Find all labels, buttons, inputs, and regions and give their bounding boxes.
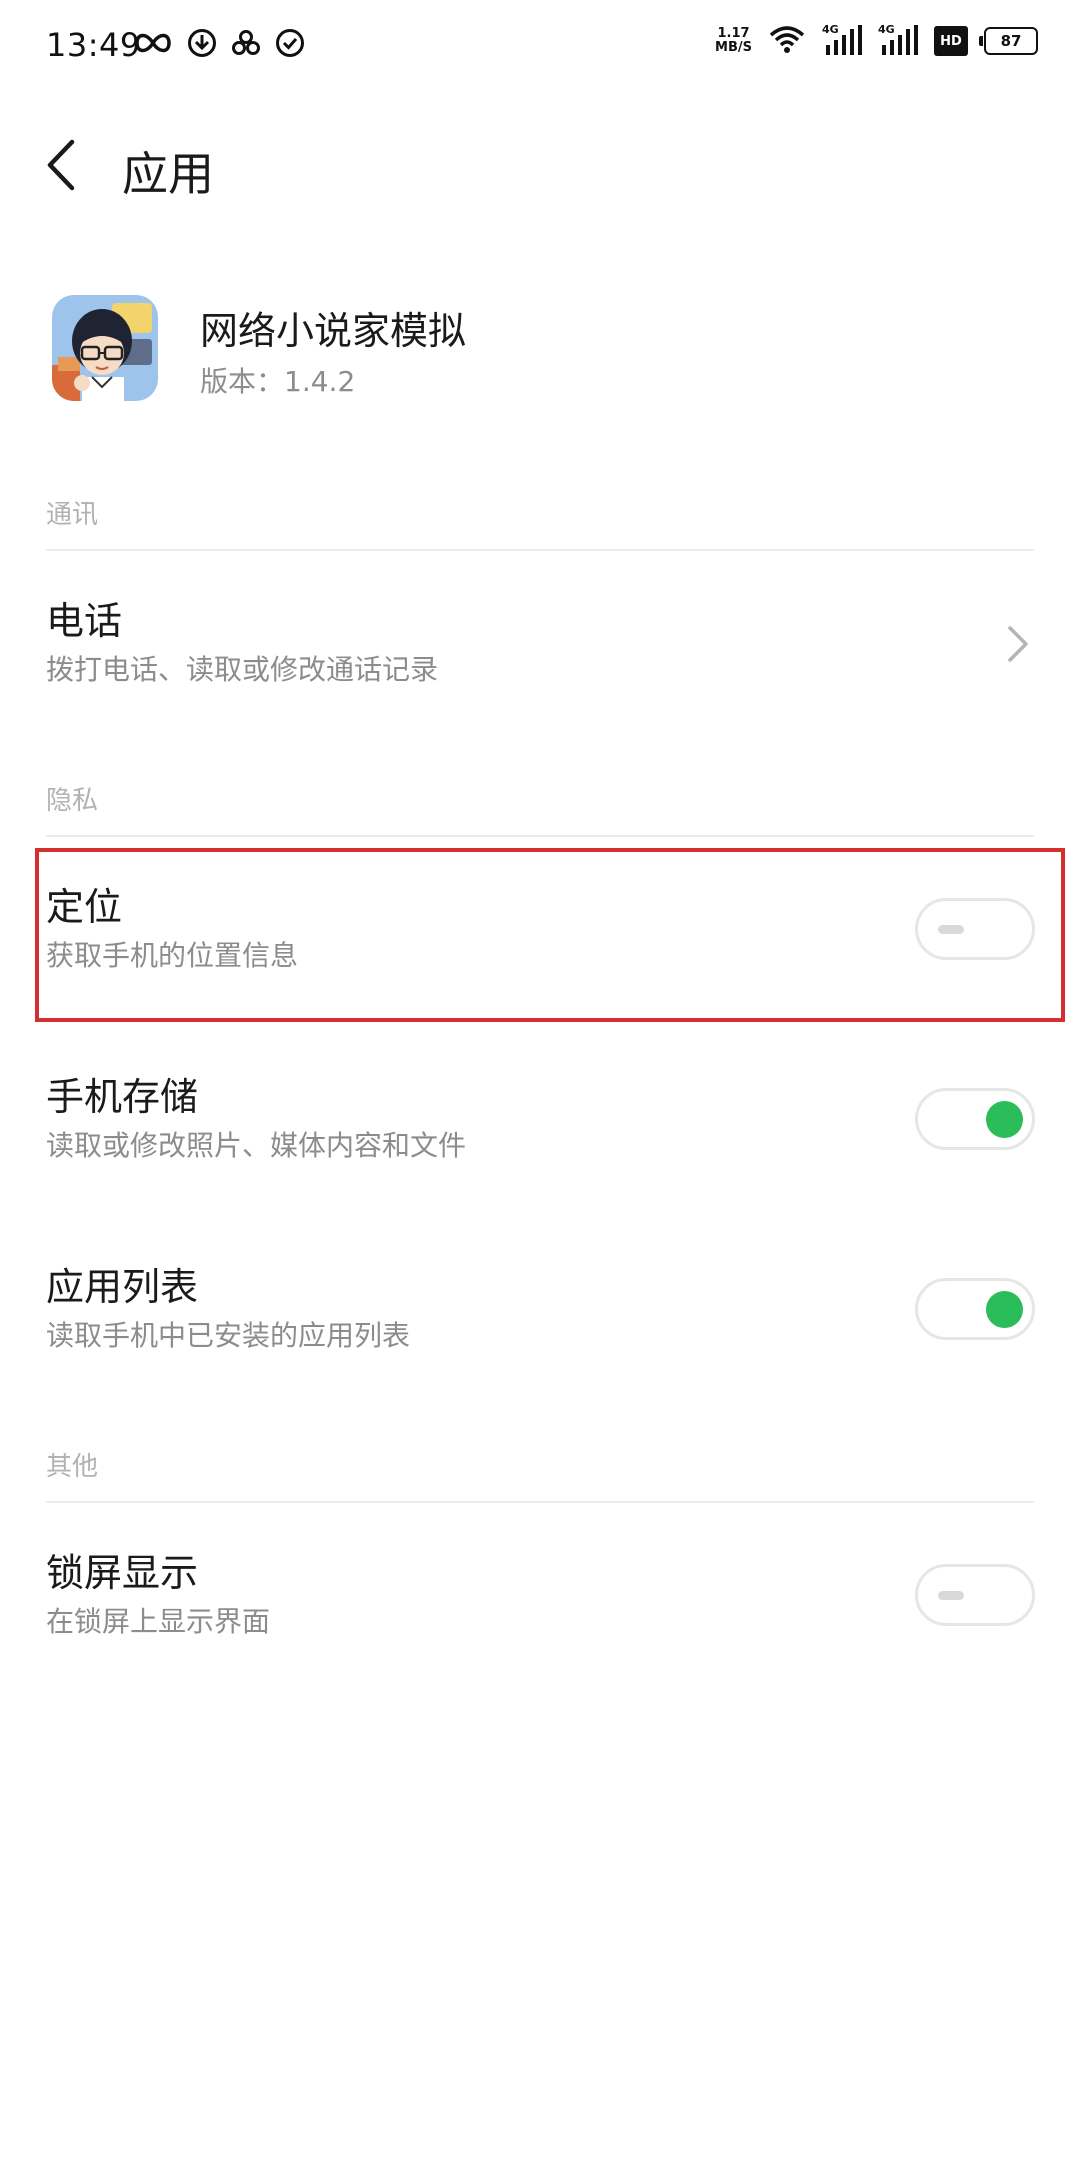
check-circle-icon <box>275 28 305 62</box>
permission-title-app-list: 应用列表 <box>46 1265 199 1309</box>
status-time: 13:49 <box>46 26 141 64</box>
download-icon <box>187 28 217 62</box>
app-version: 版本：1.4.2 <box>200 360 355 400</box>
status-bar: 13:49 1.17 MB/S 4G 4G HD 87 <box>0 0 1080 95</box>
permission-row-lock-screen[interactable]: 锁屏显示 在锁屏上显示界面 <box>0 1510 1080 1690</box>
toggle-knob-off <box>938 925 964 934</box>
wifi-icon <box>768 24 806 58</box>
section-communication: 通讯 <box>46 494 1034 551</box>
permission-title-storage: 手机存储 <box>46 1075 199 1119</box>
page-title: 应用 <box>122 147 214 201</box>
network-speed: 1.17 MB/S <box>715 27 752 55</box>
permission-title-phone: 电话 <box>46 599 123 643</box>
permission-row-storage[interactable]: 手机存储 读取或修改照片、媒体内容和文件 <box>0 1034 1080 1214</box>
hd-icon: HD <box>934 26 968 56</box>
permission-row-app-list[interactable]: 应用列表 读取手机中已安装的应用列表 <box>0 1224 1080 1404</box>
section-title-privacy: 隐私 <box>46 786 99 816</box>
storage-toggle[interactable] <box>915 1088 1035 1150</box>
network-speed-value: 1.17 <box>717 26 750 41</box>
app-icon <box>52 295 158 401</box>
signal-icon-sim1: 4G <box>822 23 862 57</box>
back-arrow-icon <box>47 139 75 191</box>
section-privacy: 隐私 <box>46 780 1034 837</box>
permission-subtitle-app-list: 读取手机中已安装的应用列表 <box>46 1319 411 1352</box>
permission-subtitle-storage: 读取或修改照片、媒体内容和文件 <box>46 1129 467 1162</box>
status-left-icons <box>133 28 305 62</box>
permission-row-location[interactable]: 定位 获取手机的位置信息 <box>0 844 1080 1024</box>
infinity-icon <box>133 31 173 59</box>
toggle-knob-on <box>986 1101 1023 1138</box>
header: 应用 <box>0 110 1080 220</box>
battery-level: 87 <box>1000 32 1022 50</box>
battery-icon: 87 <box>979 27 1038 55</box>
section-title-communication: 通讯 <box>46 500 99 530</box>
permission-subtitle-location: 获取手机的位置信息 <box>46 939 299 972</box>
app-version-label: 版本： <box>200 365 285 398</box>
app-list-toggle[interactable] <box>915 1278 1035 1340</box>
permission-row-phone[interactable]: 电话 拨打电话、读取或修改通话记录 <box>0 558 1080 738</box>
permission-subtitle-lock-screen: 在锁屏上显示界面 <box>46 1605 271 1638</box>
chevron-right-icon <box>1008 626 1028 662</box>
section-other: 其他 <box>46 1446 1034 1503</box>
app-name: 网络小说家模拟 <box>200 309 467 353</box>
location-toggle[interactable] <box>915 898 1035 960</box>
toggle-knob-off <box>938 1591 964 1600</box>
back-button[interactable] <box>40 136 90 194</box>
permission-title-lock-screen: 锁屏显示 <box>46 1551 199 1595</box>
permission-subtitle-phone: 拨打电话、读取或修改通话记录 <box>46 653 439 686</box>
section-title-other: 其他 <box>46 1452 99 1482</box>
app-info: 网络小说家模拟 版本：1.4.2 <box>46 292 1036 404</box>
signal-icon-sim2: 4G <box>878 23 918 57</box>
app-version-value: 1.4.2 <box>284 365 356 398</box>
network-speed-unit: MB/S <box>715 40 752 55</box>
lock-screen-toggle[interactable] <box>915 1564 1035 1626</box>
toggle-knob-on <box>986 1291 1023 1328</box>
status-right-icons: 1.17 MB/S 4G 4G HD 87 <box>715 23 1038 58</box>
permission-title-location: 定位 <box>46 885 123 929</box>
link-icon <box>231 28 261 62</box>
